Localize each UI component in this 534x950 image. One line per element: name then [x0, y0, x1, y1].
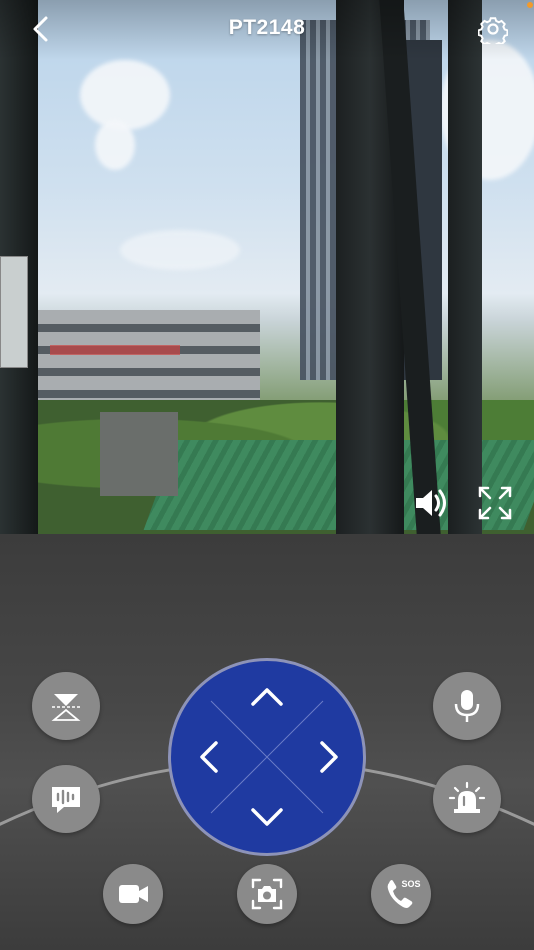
- voice-message-icon: [52, 787, 80, 813]
- chevron-right-icon: [320, 741, 338, 773]
- fullscreen-icon[interactable]: [472, 480, 518, 526]
- ptz-right-button[interactable]: [307, 735, 351, 779]
- cloud: [80, 60, 170, 130]
- voice-message-button[interactable]: [32, 765, 100, 833]
- flip-button[interactable]: [32, 672, 100, 740]
- cloud: [95, 120, 135, 170]
- chevron-up-icon: [251, 688, 283, 706]
- ptz-up-button[interactable]: [245, 675, 289, 719]
- window-frame-right: [448, 0, 482, 534]
- chevron-left-icon: [200, 741, 218, 773]
- sos-call-icon: SOS: [387, 879, 421, 908]
- microphone-button[interactable]: [433, 672, 501, 740]
- gear-icon: [477, 17, 509, 48]
- window-latch: [0, 256, 28, 368]
- sos-call-button[interactable]: SOS: [371, 864, 431, 924]
- alarm-siren-button[interactable]: [433, 765, 501, 833]
- cloud: [120, 230, 240, 270]
- status-dot: [527, 2, 533, 8]
- snapshot-button[interactable]: [237, 864, 297, 924]
- snapshot-icon: [251, 878, 283, 910]
- alarm-siren-icon: [448, 781, 486, 813]
- chevron-down-icon: [251, 808, 283, 826]
- speaker-icon[interactable]: [408, 480, 454, 526]
- sos-label: SOS: [401, 879, 420, 889]
- ptz-left-button[interactable]: [187, 735, 231, 779]
- microphone-icon: [454, 690, 480, 722]
- video-record-icon: [119, 885, 148, 903]
- flip-icon: [51, 694, 81, 721]
- antenna-panel: [100, 412, 178, 496]
- ptz-down-button[interactable]: [245, 795, 289, 839]
- camera-video-feed[interactable]: [0, 0, 534, 534]
- settings-button[interactable]: [477, 14, 509, 48]
- video-record-button[interactable]: [103, 864, 163, 924]
- building-sign: [50, 345, 180, 355]
- ptz-direction-pad[interactable]: [168, 658, 366, 856]
- page-title: PT2148: [228, 16, 306, 39]
